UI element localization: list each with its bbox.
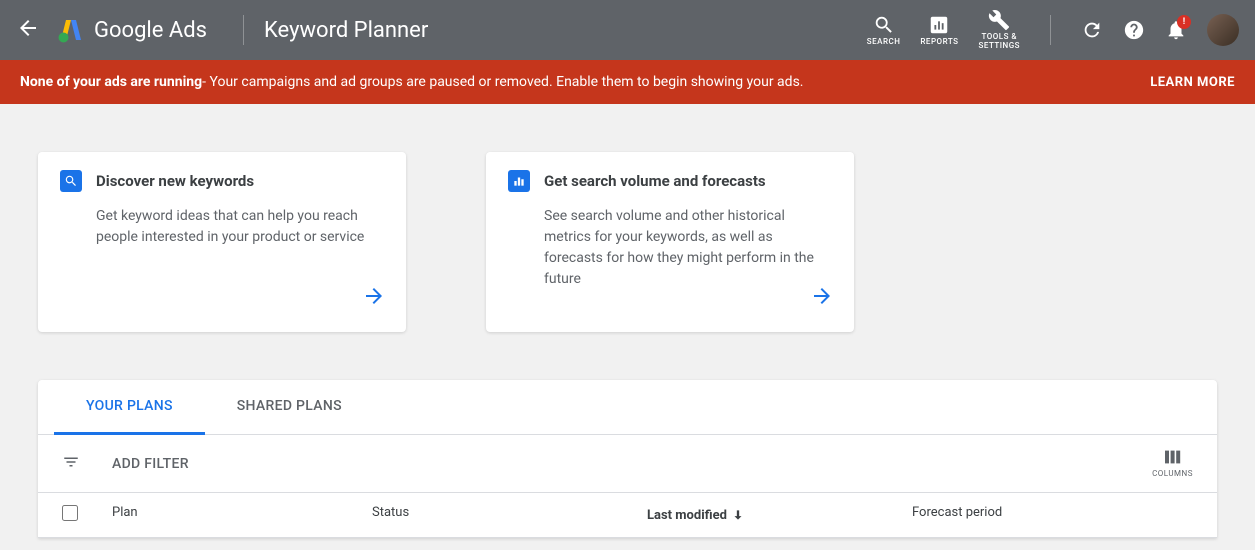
filter-row: ADD FILTER COLUMNS bbox=[38, 435, 1217, 492]
card-description: See search volume and other historical m… bbox=[508, 206, 832, 290]
reports-icon bbox=[928, 14, 950, 36]
tab-shared-plans[interactable]: SHARED PLANS bbox=[205, 380, 374, 434]
header-divider-2 bbox=[1050, 15, 1051, 45]
google-ads-logo[interactable]: Google Ads bbox=[56, 15, 207, 45]
column-forecast-period[interactable]: Forecast period bbox=[912, 505, 1193, 525]
page-title: Keyword Planner bbox=[264, 18, 428, 43]
alert-message: - Your campaigns and ad groups are pause… bbox=[202, 74, 803, 90]
alert-title: None of your ads are running bbox=[20, 74, 202, 90]
notifications-button[interactable]: ! bbox=[1165, 19, 1187, 41]
help-icon bbox=[1123, 19, 1145, 41]
refresh-button[interactable] bbox=[1081, 19, 1103, 41]
alert-banner: None of your ads are running - Your camp… bbox=[0, 60, 1255, 104]
back-button[interactable] bbox=[16, 16, 40, 44]
sort-descending-icon bbox=[731, 508, 745, 522]
learn-more-link[interactable]: LEARN MORE bbox=[1150, 75, 1235, 90]
card-title: Discover new keywords bbox=[96, 172, 254, 190]
column-last-modified[interactable]: Last modified bbox=[647, 505, 912, 525]
forecast-card[interactable]: Get search volume and forecasts See sear… bbox=[486, 152, 854, 332]
user-avatar[interactable] bbox=[1207, 14, 1239, 46]
notification-badge: ! bbox=[1177, 15, 1191, 29]
plans-tabs: YOUR PLANS SHARED PLANS bbox=[38, 380, 1217, 435]
columns-icon bbox=[1163, 449, 1183, 465]
arrow-right-icon bbox=[810, 284, 834, 312]
arrow-right-icon bbox=[362, 284, 386, 312]
discover-keywords-card[interactable]: Discover new keywords Get keyword ideas … bbox=[38, 152, 406, 332]
search-icon bbox=[873, 14, 895, 36]
action-cards: Discover new keywords Get keyword ideas … bbox=[0, 104, 1255, 380]
ads-logo-icon bbox=[56, 15, 86, 45]
column-status[interactable]: Status bbox=[372, 505, 647, 525]
app-header: Google Ads Keyword Planner SEARCH REPORT… bbox=[0, 0, 1255, 60]
card-title: Get search volume and forecasts bbox=[544, 172, 766, 190]
card-description: Get keyword ideas that can help you reac… bbox=[60, 206, 384, 248]
search-tool[interactable]: SEARCH bbox=[867, 14, 901, 47]
tools-settings[interactable]: TOOLS & SETTINGS bbox=[979, 9, 1021, 51]
refresh-icon bbox=[1081, 19, 1103, 41]
select-all-checkbox[interactable] bbox=[62, 505, 112, 525]
search-icon bbox=[60, 170, 82, 192]
plans-section: YOUR PLANS SHARED PLANS ADD FILTER COLUM… bbox=[38, 380, 1217, 538]
wrench-icon bbox=[988, 9, 1010, 31]
tab-your-plans[interactable]: YOUR PLANS bbox=[54, 380, 205, 435]
column-plan[interactable]: Plan bbox=[112, 505, 372, 525]
add-filter-button[interactable]: ADD FILTER bbox=[112, 456, 189, 472]
header-tools: SEARCH REPORTS TOOLS & SETTINGS ! bbox=[867, 9, 1187, 51]
help-button[interactable] bbox=[1123, 19, 1145, 41]
table-header: Plan Status Last modified Forecast perio… bbox=[38, 492, 1217, 538]
header-divider bbox=[243, 15, 244, 45]
bar-chart-icon bbox=[508, 170, 530, 192]
columns-button[interactable]: COLUMNS bbox=[1152, 449, 1193, 478]
reports-tool[interactable]: REPORTS bbox=[920, 14, 958, 47]
filter-icon[interactable] bbox=[62, 453, 80, 475]
product-name: Google Ads bbox=[94, 18, 207, 43]
